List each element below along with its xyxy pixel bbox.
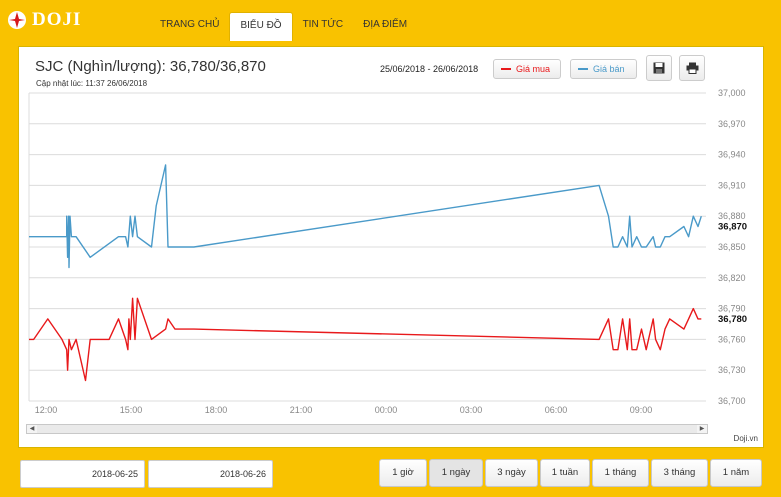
top-bar: DOJI TRANG CHỦ BIỂU ĐỒ TIN TỨC ĐỊA ĐIỂM xyxy=(0,0,781,41)
x-tick-label: 15:00 xyxy=(120,405,143,415)
y-tick-label: 36,790 xyxy=(718,304,746,314)
x-tick-label: 03:00 xyxy=(460,405,483,415)
x-tick-label: 09:00 xyxy=(630,405,653,415)
current-sell-label: 36,870 xyxy=(718,221,747,232)
y-tick-label: 36,910 xyxy=(718,180,746,190)
x-tick-label: 06:00 xyxy=(545,405,568,415)
scroll-right-icon[interactable]: ▶ xyxy=(697,425,707,433)
chart-scrollbar[interactable]: ◀ ▶ xyxy=(26,424,708,434)
x-tick-label: 12:00 xyxy=(35,405,58,415)
y-tick-label: 37,000 xyxy=(718,88,746,98)
current-buy-label: 36,780 xyxy=(718,314,747,325)
date-from-input[interactable]: 2018-06-25 xyxy=(20,460,145,488)
range-3d-button[interactable]: 3 ngày xyxy=(485,459,538,487)
range-1m-button[interactable]: 1 tháng xyxy=(592,459,649,487)
nav-item-news[interactable]: TIN TỨC xyxy=(293,12,354,40)
y-tick-label: 36,970 xyxy=(718,119,746,129)
date-to-input[interactable]: 2018-06-26 xyxy=(148,460,273,488)
chart-panel: SJC (Nghìn/lượng): 36,780/36,870 Cập nhậ… xyxy=(18,46,764,448)
range-1h-button[interactable]: 1 giờ xyxy=(379,459,427,487)
credit-label: Doji.vn xyxy=(733,434,758,443)
x-tick-label: 18:00 xyxy=(205,405,228,415)
y-tick-label: 36,730 xyxy=(718,365,746,375)
main-nav: TRANG CHỦ BIỂU ĐỒ TIN TỨC ĐỊA ĐIỂM xyxy=(150,12,417,41)
scroll-left-icon[interactable]: ◀ xyxy=(27,425,37,433)
nav-item-locations[interactable]: ĐỊA ĐIỂM xyxy=(353,12,417,40)
y-tick-label: 36,820 xyxy=(718,273,746,283)
x-tick-label: 21:00 xyxy=(290,405,313,415)
y-tick-label: 36,760 xyxy=(718,334,746,344)
y-tick-label: 36,700 xyxy=(718,396,746,406)
range-3m-button[interactable]: 3 tháng xyxy=(651,459,708,487)
nav-item-home[interactable]: TRANG CHỦ xyxy=(150,12,229,40)
brand-logo[interactable]: DOJI xyxy=(7,8,81,32)
doji-logo-icon xyxy=(8,11,26,29)
y-tick-label: 36,940 xyxy=(718,150,746,160)
nav-item-chart[interactable]: BIỂU ĐỒ xyxy=(229,12,293,41)
range-1w-button[interactable]: 1 tuần xyxy=(540,459,590,487)
y-tick-label: 36,850 xyxy=(718,242,746,252)
logo-text: DOJI xyxy=(32,9,82,30)
y-tick-label: 36,880 xyxy=(718,211,746,221)
price-chart: 37,000 36,970 36,940 36,910 36,880 36,850 36,8… xyxy=(28,88,747,415)
range-1y-button[interactable]: 1 năm xyxy=(710,459,762,487)
x-tick-label: 00:00 xyxy=(375,405,398,415)
range-1d-button[interactable]: 1 ngày xyxy=(429,459,483,487)
